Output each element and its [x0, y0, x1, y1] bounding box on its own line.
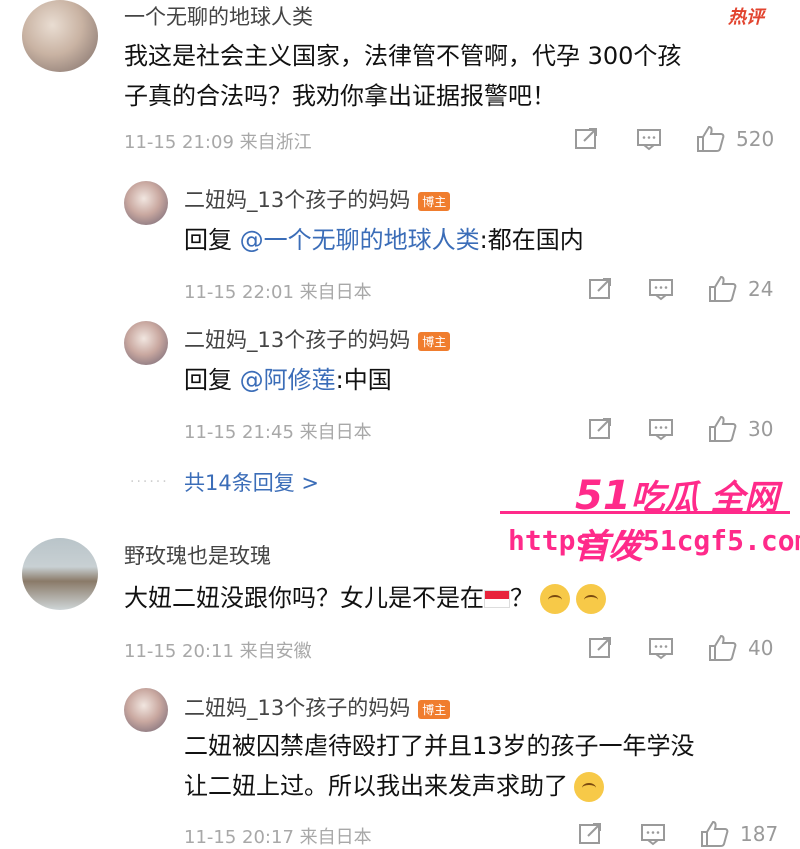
comment-username[interactable]: 一个无聊的地球人类: [124, 1, 313, 31]
reply-body: :中国: [335, 366, 392, 394]
author-badge: 博主: [418, 191, 451, 211]
avatar[interactable]: [124, 181, 168, 225]
comment-meta: 11-15 20:11 来自安徽: [124, 641, 312, 662]
like-count: 40: [748, 636, 774, 660]
mention-link[interactable]: @一个无聊的地球人类: [240, 226, 480, 254]
like-icon[interactable]: [708, 415, 738, 443]
comment-text-line: 我这是社会主义国家，法律管不管啊，代孕 300个孩: [124, 42, 682, 70]
like-icon[interactable]: [700, 820, 730, 848]
comment-username[interactable]: 野玫瑰也是玫瑰: [124, 540, 271, 570]
crying-emoji-icon: [540, 584, 570, 614]
like-count: 30: [748, 417, 774, 441]
reply-meta: 11-15 20:17 来自日本: [184, 827, 372, 848]
comment-text-line: 子真的合法吗？我劝你拿出证据报警吧！: [124, 82, 556, 110]
like-count: 520: [736, 127, 775, 151]
reply-text: 二妞被囚禁虐待殴打了并且13岁的孩子一年学没 让二妞上过。所以我出来发声求助了: [184, 726, 695, 806]
comment-icon[interactable]: [648, 417, 674, 441]
reply-text: 回复 @阿修莲:中国: [184, 360, 392, 400]
crying-emoji-icon: [574, 772, 604, 802]
comment-text: 我这是社会主义国家，法律管不管啊，代孕 300个孩 子真的合法吗？我劝你拿出证据…: [124, 36, 681, 116]
share-icon[interactable]: [588, 277, 614, 301]
reply-body: :都在国内: [479, 226, 584, 254]
share-icon[interactable]: [574, 127, 600, 151]
reply-prefix: 回复: [184, 366, 240, 394]
avatar[interactable]: [22, 0, 98, 72]
author-badge: 博主: [418, 331, 451, 351]
reply-username[interactable]: 二妞妈_13个孩子的妈妈 博主: [184, 184, 451, 214]
reply-meta: 11-15 21:45 来自日本: [184, 422, 372, 443]
share-icon[interactable]: [588, 636, 614, 660]
comment-text-main: 大妞二妞没跟你吗？女儿是不是在: [124, 584, 484, 612]
reply-username-text[interactable]: 二妞妈_13个孩子的妈妈: [184, 696, 410, 720]
comment-text: 大妞二妞没跟你吗？女儿是不是在 ？: [124, 578, 606, 618]
avatar[interactable]: [124, 321, 168, 365]
comment-icon[interactable]: [648, 636, 674, 660]
like-count: 24: [748, 277, 774, 301]
author-badge: 博主: [418, 699, 451, 719]
avatar[interactable]: [22, 538, 98, 610]
comment-text-suffix: ？: [510, 584, 534, 612]
like-icon[interactable]: [708, 634, 738, 662]
mention-link[interactable]: @阿修莲: [240, 366, 336, 394]
reply-username[interactable]: 二妞妈_13个孩子的妈妈 博主: [184, 692, 451, 722]
comment-icon[interactable]: [636, 127, 662, 151]
like-icon[interactable]: [708, 275, 738, 303]
flag-icon: [484, 590, 510, 608]
scared-emoji-icon: [576, 584, 606, 614]
reply-username[interactable]: 二妞妈_13个孩子的妈妈 博主: [184, 324, 451, 354]
share-icon[interactable]: [588, 417, 614, 441]
comment-icon[interactable]: [640, 822, 666, 846]
comment-icon[interactable]: [648, 277, 674, 301]
like-count: 187: [740, 822, 779, 846]
reply-meta: 11-15 22:01 来自日本: [184, 282, 372, 303]
reply-prefix: 回复: [184, 226, 240, 254]
watermark-url: https://51cgf5.com: [508, 524, 800, 557]
reply-text: 回复 @一个无聊的地球人类:都在国内: [184, 220, 584, 260]
avatar[interactable]: [124, 688, 168, 732]
reply-username-text[interactable]: 二妞妈_13个孩子的妈妈: [184, 188, 410, 212]
watermark-underline: [500, 511, 790, 514]
more-replies-link[interactable]: 共14条回复 >: [184, 467, 319, 497]
share-icon[interactable]: [578, 822, 604, 846]
divider-dots: ······: [130, 474, 169, 490]
reply-text-line: 二妞被囚禁虐待殴打了并且13岁的孩子一年学没: [184, 732, 695, 760]
like-icon[interactable]: [696, 125, 726, 153]
hot-comment-badge: 热评: [728, 7, 764, 28]
reply-username-text[interactable]: 二妞妈_13个孩子的妈妈: [184, 328, 410, 352]
comment-meta: 11-15 21:09 来自浙江: [124, 132, 312, 153]
reply-text-line-body: 让二妞上过。所以我出来发声求助了: [184, 772, 568, 800]
reply-text-line: 让二妞上过。所以我出来发声求助了: [184, 766, 695, 806]
